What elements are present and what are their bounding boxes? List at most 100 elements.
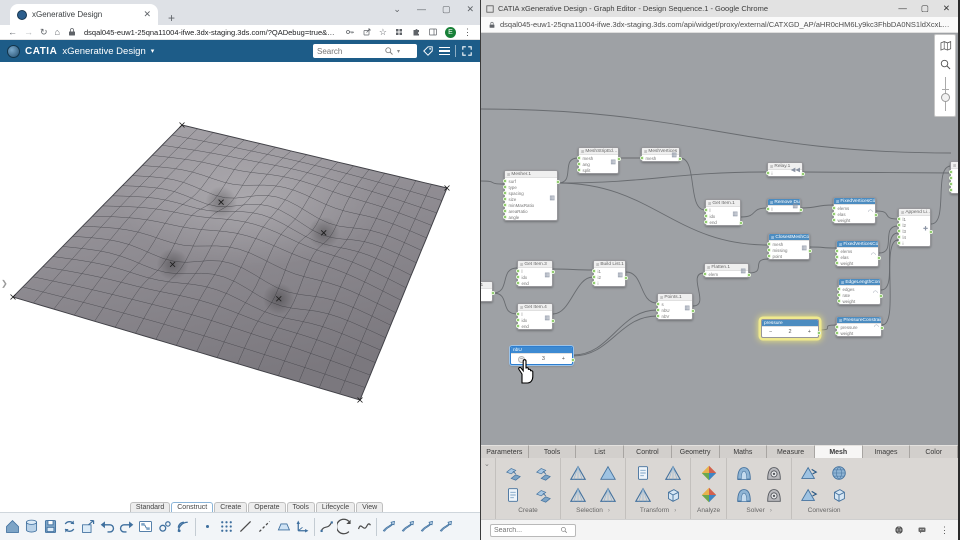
node-title[interactable]: ⊞ Mesher.1 <box>505 171 557 178</box>
input-port[interactable] <box>576 162 581 166</box>
selection-tool-icon-3[interactable] <box>597 462 619 484</box>
node-title[interactable]: ⊞….1 <box>481 282 492 289</box>
input-port[interactable] <box>896 217 901 221</box>
node-search-field[interactable] <box>490 523 576 537</box>
node-mesh-strip-edges[interactable]: ⊞ MeshStripEd… mesh ang split ▦ <box>576 147 621 174</box>
input-port[interactable] <box>703 214 708 218</box>
tag-icon[interactable] <box>422 45 434 57</box>
close-button[interactable]: ✕ <box>943 3 950 14</box>
selection-tool-icon-1[interactable] <box>567 462 589 484</box>
output-port[interactable] <box>690 309 695 313</box>
input-port[interactable] <box>515 281 520 285</box>
input-port[interactable] <box>703 220 708 224</box>
node-title[interactable]: ⊞FixedVerticesCon… <box>837 241 878 248</box>
key-icon[interactable] <box>345 27 355 37</box>
input-port[interactable] <box>502 191 507 195</box>
zoom-slider[interactable] <box>940 77 950 111</box>
plane-tool-icon[interactable] <box>274 516 293 538</box>
create-tool-icon-3[interactable] <box>532 462 554 484</box>
conversion-tool-icon-1[interactable] <box>798 462 820 484</box>
arc-tool-icon[interactable] <box>336 516 355 538</box>
input-port[interactable] <box>515 312 520 316</box>
output-port[interactable] <box>800 172 805 176</box>
node-title[interactable]: ⊞ PressureConstraint <box>837 317 881 324</box>
node-pressure-value[interactable]: pressure − 2 + <box>761 319 821 338</box>
sweep-tool-icon[interactable] <box>398 516 417 538</box>
extension-grid-icon[interactable] <box>394 27 404 37</box>
node-mesh-vertices[interactable]: ⊞ MeshVertices mesh ▦ <box>639 147 682 162</box>
input-port[interactable] <box>836 293 841 297</box>
node-title[interactable]: nbU <box>511 347 572 354</box>
input-port[interactable] <box>702 272 707 276</box>
node-get-item-3[interactable]: ⊞ Get Item.3 l idx end ▦ <box>515 260 555 287</box>
analyze-tool-icon-2[interactable] <box>698 484 720 506</box>
input-port[interactable] <box>834 325 839 329</box>
input-port[interactable] <box>896 223 901 227</box>
output-port[interactable] <box>555 180 560 184</box>
input-port[interactable] <box>896 229 901 233</box>
input-port[interactable] <box>831 218 836 222</box>
home-icon[interactable] <box>3 516 22 538</box>
input-port[interactable] <box>502 215 507 219</box>
data-icon[interactable] <box>22 516 41 538</box>
output-port[interactable] <box>816 331 821 335</box>
group-expander-icon[interactable]: › <box>770 508 772 514</box>
selection-tool-icon-4[interactable] <box>597 484 619 506</box>
input-port[interactable] <box>502 209 507 213</box>
minimize-button[interactable]: — <box>898 3 907 14</box>
workbench-tab-construct[interactable]: Construct <box>171 501 214 512</box>
input-port[interactable] <box>515 318 520 322</box>
input-port[interactable] <box>655 302 660 306</box>
output-port[interactable] <box>550 270 555 274</box>
workbench-tab-create[interactable]: Create <box>214 501 248 512</box>
input-port[interactable] <box>834 261 839 265</box>
ribbon-tab-mesh[interactable]: Mesh <box>814 445 863 458</box>
node-relay-1[interactable]: ⊞ Relay.1 i ◀◀ <box>765 162 805 177</box>
panel-expander-icon[interactable]: ❯ <box>1 279 8 288</box>
minimize-button[interactable]: — <box>417 4 426 15</box>
output-port[interactable] <box>798 208 803 212</box>
ribbon-tab-parameters[interactable]: Parameters <box>481 445 529 458</box>
pillow-mesh-model[interactable] <box>0 62 480 497</box>
node-title[interactable]: ⊞ MeshStripEd… <box>579 148 618 155</box>
url-text[interactable]: dsqal045-euw1-25qna11004-ifwe.3dx-stagin… <box>500 20 951 29</box>
ribbon-tab-measure[interactable]: Measure <box>767 445 815 458</box>
conversion-tool-icon-2[interactable] <box>798 484 820 506</box>
browser-menu-icon[interactable]: ⋮ <box>463 27 472 38</box>
chat-icon[interactable] <box>917 525 927 535</box>
sync-icon[interactable] <box>60 516 79 538</box>
input-port[interactable] <box>515 275 520 279</box>
url-text[interactable]: dsqal045-euw1-25qna11004-ifwe.3dx-stagin… <box>84 28 338 37</box>
compass-logo-icon[interactable] <box>7 44 20 58</box>
transform-tool-icon-1[interactable] <box>632 462 654 484</box>
node-partial-right[interactable]: ⊞ <box>948 161 958 194</box>
reload-icon[interactable]: ↻ <box>40 27 48 38</box>
conversion-tool-icon-4[interactable] <box>828 484 850 506</box>
input-port[interactable] <box>703 208 708 212</box>
node-get-item-1[interactable]: ⊞ Get Item.1 l idx end ▦ <box>703 199 743 226</box>
puzzle-icon[interactable] <box>411 27 421 37</box>
create-tool-icon-4[interactable] <box>532 484 554 506</box>
bookmark-star-icon[interactable]: ☆ <box>379 27 387 38</box>
sweep-tool-icon[interactable] <box>379 516 398 538</box>
group-expander-icon[interactable]: › <box>608 508 610 514</box>
export-icon[interactable] <box>79 516 98 538</box>
output-port[interactable] <box>928 230 933 234</box>
more-options-icon[interactable]: ⋮ <box>940 525 949 536</box>
input-port[interactable] <box>576 156 581 160</box>
maximize-button[interactable]: ▢ <box>921 3 929 14</box>
input-port[interactable] <box>502 197 507 201</box>
conversion-tool-icon-3[interactable] <box>828 462 850 484</box>
node-title[interactable]: ⊞ Get Item.1 <box>706 200 740 207</box>
output-port[interactable] <box>677 157 682 161</box>
input-port[interactable] <box>591 275 596 279</box>
node-graph-canvas[interactable]: ⊞ Mesher.1 surf type spacing size minMaxRatio a… <box>481 33 958 445</box>
input-port[interactable] <box>639 156 644 160</box>
output-port[interactable] <box>550 319 555 323</box>
forward-icon[interactable]: → <box>24 27 33 37</box>
node-title[interactable]: ⊞ Append Li… <box>899 209 930 216</box>
top-search-field[interactable]: ▾ <box>313 44 417 58</box>
output-port[interactable] <box>746 273 751 277</box>
node-points-1[interactable]: ⊞ Points.1 s nbU nbV ▦ <box>655 293 695 320</box>
solver-tool-icon-3[interactable] <box>763 462 785 484</box>
